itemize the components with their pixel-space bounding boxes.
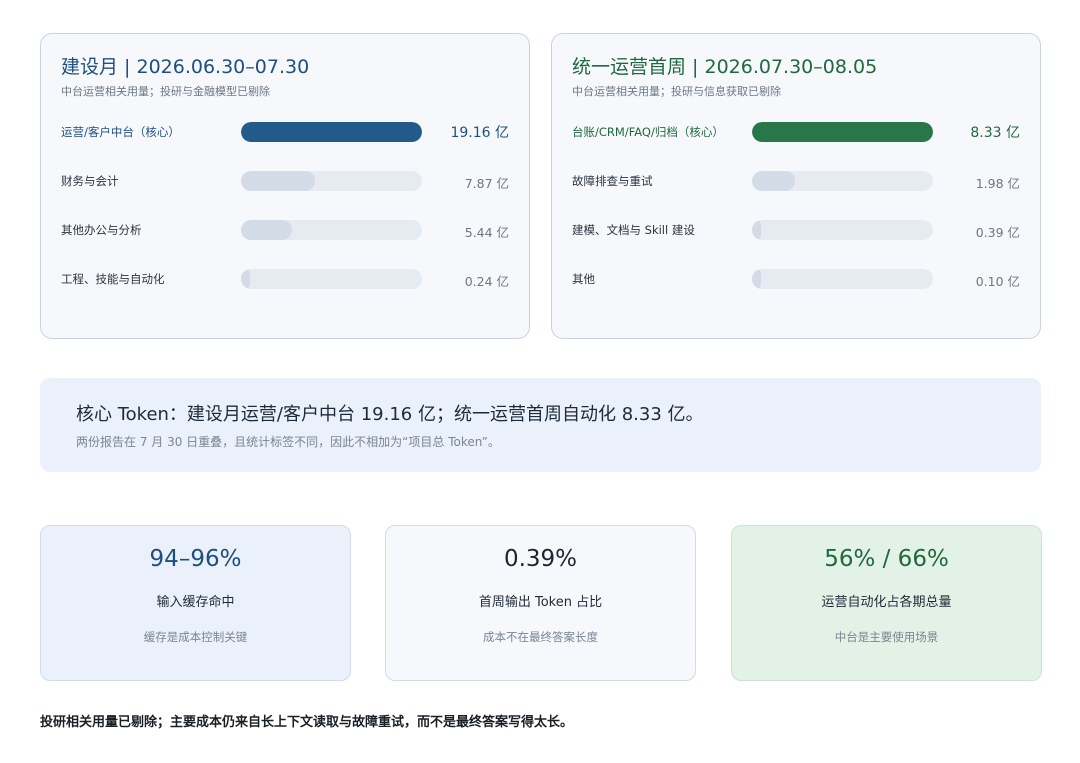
panel-first-week: 统一运营首周 | 2026.07.30–08.05 中台运营相关用量；投研与信息… xyxy=(551,33,1041,339)
bar-value-label: 0.39 亿 xyxy=(975,225,1020,240)
bar xyxy=(241,171,316,191)
bar-label: 建模、文档与 Skill 建设 xyxy=(572,223,695,237)
bar-track xyxy=(752,269,933,289)
bar-track xyxy=(752,122,933,142)
panel-subtitle: 中台运营相关用量；投研与信息获取已剔除 xyxy=(572,85,781,98)
bar-value-label: 8.33 亿 xyxy=(970,125,1020,141)
bar-value-label: 19.16 亿 xyxy=(450,125,509,141)
bar-value-label: 0.24 亿 xyxy=(464,274,509,289)
bar-value-label: 7.87 亿 xyxy=(464,176,509,191)
bar-track xyxy=(752,220,933,240)
bar-row: 工程、技能与自动化 0.24 亿 xyxy=(41,268,529,290)
bar-label: 其他 xyxy=(572,272,595,286)
bar-label: 其他办公与分析 xyxy=(61,223,142,237)
stat-note: 中台是主要使用场景 xyxy=(834,630,939,644)
banner-title: 核心 Token：建设月运营/客户中台 19.16 亿；统一运营首周自动化 8.… xyxy=(76,404,704,425)
stat-note: 成本不在最终答案长度 xyxy=(483,630,598,644)
bar xyxy=(752,171,796,191)
stat-value: 0.39% xyxy=(503,546,578,572)
bar-track xyxy=(241,171,422,191)
bar-row: 其他 0.10 亿 xyxy=(552,268,1040,290)
bar xyxy=(752,220,761,240)
bar-row: 故障排查与重试 1.98 亿 xyxy=(552,170,1040,192)
bar-value-label: 1.98 亿 xyxy=(975,176,1020,191)
bar-row: 运营/客户中台（核心） 19.16 亿 xyxy=(41,121,529,143)
stat-card-cache-hit: 94–96% 输入缓存命中 缓存是成本控制关键 xyxy=(40,525,351,681)
panel-title: 统一运营首周 | 2026.07.30–08.05 xyxy=(572,56,878,78)
stat-label: 输入缓存命中 xyxy=(156,595,235,610)
panel-build-month: 建设月 | 2026.06.30–07.30 中台运营相关用量；投研与金融模型已… xyxy=(40,33,530,339)
stat-note: 缓存是成本控制关键 xyxy=(143,630,248,644)
bar-label: 财务与会计 xyxy=(61,174,119,188)
bar-label: 故障排查与重试 xyxy=(572,174,653,188)
banner-subtitle: 两份报告在 7 月 30 日重叠，且统计标签不同，因此不相加为“项目总 Toke… xyxy=(76,435,500,449)
bar-track xyxy=(752,171,933,191)
bar-value-label: 0.10 亿 xyxy=(975,274,1020,289)
stat-card-automation-share: 56% / 66% 运营自动化占各期总量 中台是主要使用场景 xyxy=(731,525,1042,681)
bar xyxy=(752,269,761,289)
bar-track xyxy=(241,220,422,240)
core-token-banner: 核心 Token：建设月运营/客户中台 19.16 亿；统一运营首周自动化 8.… xyxy=(40,378,1041,472)
bar xyxy=(241,269,250,289)
bar xyxy=(241,220,293,240)
bar-row: 财务与会计 7.87 亿 xyxy=(41,170,529,192)
stat-label: 运营自动化占各期总量 xyxy=(821,595,952,610)
bar-row: 台账/CRM/FAQ/归档（核心） 8.33 亿 xyxy=(552,121,1040,143)
panel-title: 建设月 | 2026.06.30–07.30 xyxy=(61,56,310,78)
bar-row: 建模、文档与 Skill 建设 0.39 亿 xyxy=(552,219,1040,241)
stat-value: 56% / 66% xyxy=(824,546,949,572)
bar xyxy=(241,122,422,142)
bar-label: 台账/CRM/FAQ/归档（核心） xyxy=(572,125,724,139)
bar-label: 运营/客户中台（核心） xyxy=(61,125,180,139)
panel-subtitle: 中台运营相关用量；投研与金融模型已剔除 xyxy=(61,85,270,98)
bar-row: 其他办公与分析 5.44 亿 xyxy=(41,219,529,241)
bar-track xyxy=(241,122,422,142)
bar xyxy=(752,122,933,142)
bar-label: 工程、技能与自动化 xyxy=(61,272,165,286)
stat-card-output-share: 0.39% 首周输出 Token 占比 成本不在最终答案长度 xyxy=(385,525,696,681)
bar-track xyxy=(241,269,422,289)
stat-value: 94–96% xyxy=(149,546,242,572)
footer-note: 投研相关用量已剔除；主要成本仍来自长上下文读取与故障重试，而不是最终答案写得太长… xyxy=(40,715,574,730)
bar-value-label: 5.44 亿 xyxy=(464,225,509,240)
stat-label: 首周输出 Token 占比 xyxy=(478,595,603,610)
